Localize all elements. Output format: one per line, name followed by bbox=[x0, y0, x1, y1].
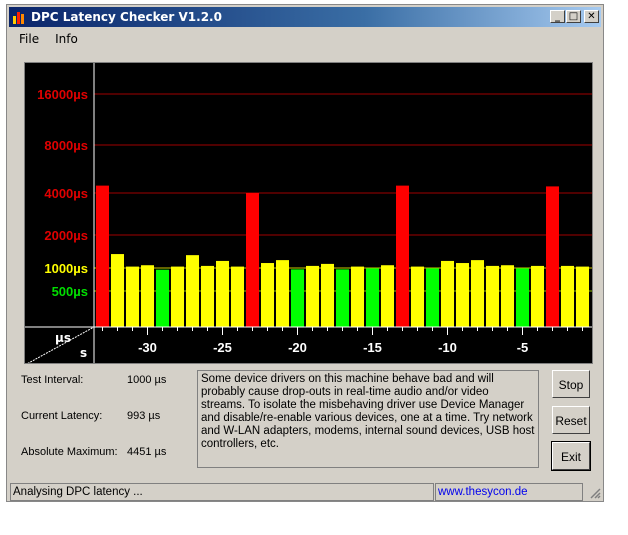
reset-button[interactable]: Reset bbox=[552, 406, 590, 434]
menu-file[interactable]: File bbox=[19, 32, 39, 46]
x-tick-label: -25 bbox=[213, 340, 232, 355]
bar bbox=[366, 268, 379, 327]
bar bbox=[216, 260, 229, 327]
bar bbox=[426, 268, 439, 327]
y-tick-label: 8000µs bbox=[44, 138, 88, 153]
x-tick-label: -10 bbox=[438, 340, 457, 355]
y-unit-label: µs bbox=[55, 331, 71, 345]
bar bbox=[111, 254, 124, 327]
bar bbox=[126, 266, 139, 327]
menu-info[interactable]: Info bbox=[55, 32, 78, 46]
minimize-button[interactable]: _ bbox=[550, 10, 565, 23]
bar bbox=[201, 265, 214, 327]
x-tick-label: -5 bbox=[517, 340, 529, 355]
menu-bar: File Info bbox=[11, 29, 86, 49]
y-tick-label: 16000µs bbox=[37, 87, 88, 102]
current-latency-value: 993 µs bbox=[127, 410, 161, 422]
test-interval-label: Test Interval: bbox=[21, 374, 84, 386]
bar bbox=[531, 265, 544, 327]
y-tick-label: 4000µs bbox=[44, 186, 88, 201]
message-box: Some device drivers on this machine beha… bbox=[197, 370, 539, 468]
absolute-maximum-label: Absolute Maximum: bbox=[21, 446, 118, 458]
bar bbox=[441, 260, 454, 327]
bar bbox=[141, 265, 154, 327]
bar bbox=[471, 260, 484, 327]
bar bbox=[411, 266, 424, 327]
bar bbox=[261, 263, 274, 327]
bar bbox=[456, 263, 469, 327]
website-link[interactable]: www.thesycon.de bbox=[438, 486, 528, 498]
resize-grip-icon[interactable] bbox=[589, 487, 601, 499]
bar bbox=[321, 263, 334, 327]
bar bbox=[246, 193, 259, 327]
x-tick-label: -20 bbox=[288, 340, 307, 355]
bar bbox=[231, 266, 244, 327]
current-latency-label: Current Latency: bbox=[21, 410, 103, 422]
y-tick-label: 500µs bbox=[52, 284, 88, 299]
chart-svg: 16000µs 8000µs 4000µs 2000µs 1000µs 500µs -30 -… bbox=[25, 63, 592, 363]
bar bbox=[501, 265, 514, 327]
bar bbox=[306, 265, 319, 327]
bar bbox=[351, 266, 364, 327]
y-tick-label: 1000µs bbox=[44, 261, 88, 276]
status-text: Analysing DPC latency ... bbox=[10, 483, 434, 501]
bar bbox=[486, 265, 499, 327]
bar bbox=[291, 269, 304, 327]
maximize-button[interactable]: □ bbox=[566, 10, 581, 23]
app-window: DPC Latency Checker V1.2.0 _ □ ✕ File Inf… bbox=[6, 4, 604, 502]
bar bbox=[381, 265, 394, 327]
title-bar[interactable]: DPC Latency Checker V1.2.0 _ □ ✕ bbox=[9, 7, 601, 27]
bar bbox=[396, 185, 409, 327]
bar bbox=[561, 265, 574, 327]
exit-button[interactable]: Exit bbox=[551, 441, 591, 471]
bar bbox=[156, 269, 169, 327]
bar bbox=[276, 260, 289, 327]
x-tick-label: -15 bbox=[363, 340, 382, 355]
bar bbox=[576, 266, 589, 327]
stop-button[interactable]: Stop bbox=[552, 370, 590, 398]
x-unit-label: s bbox=[80, 346, 87, 360]
app-icon bbox=[13, 12, 24, 24]
absolute-maximum-value: 4451 µs bbox=[127, 446, 167, 458]
bar bbox=[546, 186, 559, 327]
x-tick-label: -30 bbox=[138, 340, 157, 355]
close-button[interactable]: ✕ bbox=[584, 10, 599, 23]
window-title: DPC Latency Checker V1.2.0 bbox=[31, 10, 222, 24]
bar bbox=[336, 269, 349, 327]
test-interval-value: 1000 µs bbox=[127, 374, 167, 386]
latency-chart: 16000µs 8000µs 4000µs 2000µs 1000µs 500µs -30 -… bbox=[24, 62, 593, 364]
y-tick-label: 2000µs bbox=[44, 228, 88, 243]
status-link-panel: www.thesycon.de bbox=[435, 483, 583, 501]
bar bbox=[516, 268, 529, 327]
bar bbox=[186, 255, 199, 327]
bar bbox=[171, 266, 184, 327]
bar bbox=[96, 185, 109, 327]
